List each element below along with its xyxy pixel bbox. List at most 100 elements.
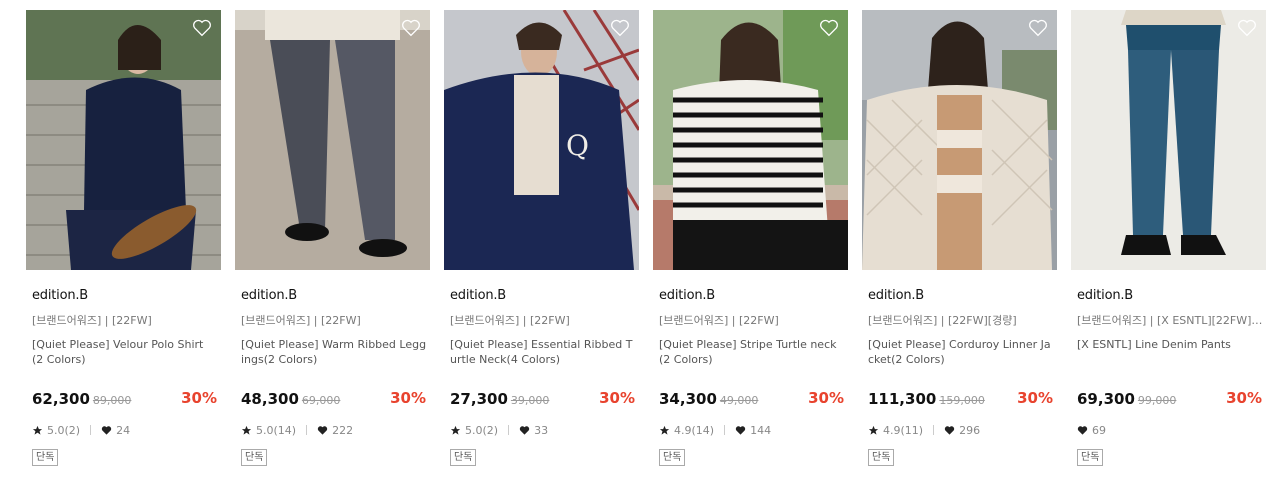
product-image[interactable] xyxy=(235,10,430,270)
product-tags: [브랜드어워즈] | [22FW][경량] xyxy=(868,314,1017,327)
sale-price: 27,300 xyxy=(450,390,508,408)
divider xyxy=(508,425,510,435)
heart-outline-icon[interactable] xyxy=(1028,19,1048,37)
like-count: 69 xyxy=(1092,423,1106,437)
heart-outline-icon[interactable] xyxy=(819,19,839,37)
star-icon xyxy=(659,425,670,435)
original-price: 49,000 xyxy=(719,394,759,407)
heart-filled-icon xyxy=(101,425,112,435)
sale-price: 69,300 xyxy=(1077,390,1135,408)
product-card[interactable]: edition.B [브랜드어워즈] | [22FW] [Quiet Pleas… xyxy=(26,10,221,466)
exclusive-badge: 단독 xyxy=(450,449,477,466)
product-photo-stripe-turtleneck xyxy=(653,10,848,270)
product-photo-turtle-neck: Q xyxy=(444,10,639,270)
heart-filled-icon xyxy=(317,425,328,435)
product-title[interactable]: [Quiet Please] Stripe Turtle neck(2 Colo… xyxy=(659,337,845,367)
rating: 5.0(2) xyxy=(465,423,499,437)
original-price: 39,000 xyxy=(510,394,550,407)
brand-name[interactable]: edition.B xyxy=(241,288,430,303)
product-image[interactable] xyxy=(862,10,1057,270)
svg-text:Q: Q xyxy=(566,129,589,162)
sale-price: 62,300 xyxy=(32,390,90,408)
original-price: 159,000 xyxy=(939,394,985,407)
divider xyxy=(933,425,935,435)
heart-filled-icon xyxy=(735,425,746,435)
product-photo-velour-polo xyxy=(26,10,221,270)
like-count: 24 xyxy=(116,423,131,437)
discount-rate: 30% xyxy=(808,389,844,407)
heart-outline-icon[interactable] xyxy=(192,19,212,37)
discount-rate: 30% xyxy=(599,389,635,407)
rating: 5.0(2) xyxy=(47,423,81,437)
product-image[interactable] xyxy=(653,10,848,270)
exclusive-badge: 단독 xyxy=(32,449,59,466)
original-price: 69,000 xyxy=(301,394,341,407)
product-photo-liner-jacket xyxy=(862,10,1057,270)
heart-outline-icon[interactable] xyxy=(1237,19,1257,37)
product-meta: 5.0(14) 222 xyxy=(241,423,430,437)
star-icon xyxy=(241,425,252,435)
exclusive-badge: 단독 xyxy=(659,449,686,466)
like-count: 296 xyxy=(959,423,981,437)
product-title[interactable]: [X ESNTL] Line Denim Pants xyxy=(1077,337,1263,367)
product-title[interactable]: [Quiet Please] Warm Ribbed Leggings(2 Co… xyxy=(241,337,427,367)
heart-outline-icon[interactable] xyxy=(610,19,630,37)
discount-rate: 30% xyxy=(181,389,217,407)
exclusive-badge: 단독 xyxy=(868,449,895,466)
product-image[interactable]: Q xyxy=(444,10,639,270)
star-icon xyxy=(868,425,879,435)
price-row: 69,300 99,000 30% xyxy=(1077,389,1266,408)
product-image[interactable] xyxy=(26,10,221,270)
product-tags: [브랜드어워즈] | [22FW] xyxy=(32,314,152,327)
divider xyxy=(306,425,308,435)
original-price: 89,000 xyxy=(92,394,132,407)
discount-rate: 30% xyxy=(390,389,426,407)
product-card[interactable]: edition.B [브랜드어워즈] | [22FW] [Quiet Pleas… xyxy=(653,10,848,466)
exclusive-badge: 단독 xyxy=(1077,449,1104,466)
product-image[interactable] xyxy=(1071,10,1266,270)
product-tags: [브랜드어워즈] | [X ESNTL][22FW][... xyxy=(1077,314,1263,327)
product-meta: 4.9(14) 144 xyxy=(659,423,848,437)
sale-price: 34,300 xyxy=(659,390,717,408)
brand-name[interactable]: edition.B xyxy=(32,288,221,303)
divider xyxy=(724,425,726,435)
heart-filled-icon xyxy=(519,425,530,435)
star-icon xyxy=(32,425,43,435)
product-card[interactable]: edition.B [브랜드어워즈] | [22FW][경량] [Quiet P… xyxy=(862,10,1057,466)
product-title[interactable]: [Quiet Please] Velour Polo Shirt (2 Colo… xyxy=(32,337,218,367)
heart-filled-icon xyxy=(1077,425,1088,435)
price-row: 27,300 39,000 30% xyxy=(450,389,639,408)
price-row: 34,300 49,000 30% xyxy=(659,389,848,408)
product-photo-denim-pants xyxy=(1071,10,1266,270)
heart-outline-icon[interactable] xyxy=(401,19,421,37)
product-meta: 4.9(11) 296 xyxy=(868,423,1057,437)
like-count: 33 xyxy=(534,423,549,437)
star-icon xyxy=(450,425,461,435)
price-row: 111,300 159,000 30% xyxy=(868,389,1057,408)
product-meta: 5.0(2) 24 xyxy=(32,423,221,437)
discount-rate: 30% xyxy=(1226,389,1262,407)
product-tags: [브랜드어워즈] | [22FW] xyxy=(241,314,361,327)
product-photo-ribbed-leggings xyxy=(235,10,430,270)
brand-name[interactable]: edition.B xyxy=(868,288,1057,303)
product-card[interactable]: edition.B [브랜드어워즈] | [22FW] [Quiet Pleas… xyxy=(235,10,430,466)
like-count: 144 xyxy=(750,423,772,437)
product-title[interactable]: [Quiet Please] Corduroy Linner Jacket(2 … xyxy=(868,337,1054,367)
rating: 4.9(14) xyxy=(674,423,715,437)
product-title[interactable]: [Quiet Please] Essential Ribbed Turtle N… xyxy=(450,337,636,367)
price-row: 48,300 69,000 30% xyxy=(241,389,430,408)
product-meta: 69 xyxy=(1077,423,1266,437)
rating: 4.9(11) xyxy=(883,423,924,437)
brand-name[interactable]: edition.B xyxy=(1077,288,1266,303)
brand-name[interactable]: edition.B xyxy=(659,288,848,303)
product-grid: edition.B [브랜드어워즈] | [22FW] [Quiet Pleas… xyxy=(0,0,1267,496)
product-card[interactable]: Q edition.B [브랜드어워즈] | [22FW] [Quiet Ple… xyxy=(444,10,639,466)
price-row: 62,300 89,000 30% xyxy=(32,389,221,408)
brand-name[interactable]: edition.B xyxy=(450,288,639,303)
discount-rate: 30% xyxy=(1017,389,1053,407)
exclusive-badge: 단독 xyxy=(241,449,268,466)
product-card[interactable]: edition.B [브랜드어워즈] | [X ESNTL][22FW][...… xyxy=(1071,10,1266,466)
original-price: 99,000 xyxy=(1137,394,1177,407)
product-tags: [브랜드어워즈] | [22FW] xyxy=(450,314,570,327)
divider xyxy=(90,425,92,435)
